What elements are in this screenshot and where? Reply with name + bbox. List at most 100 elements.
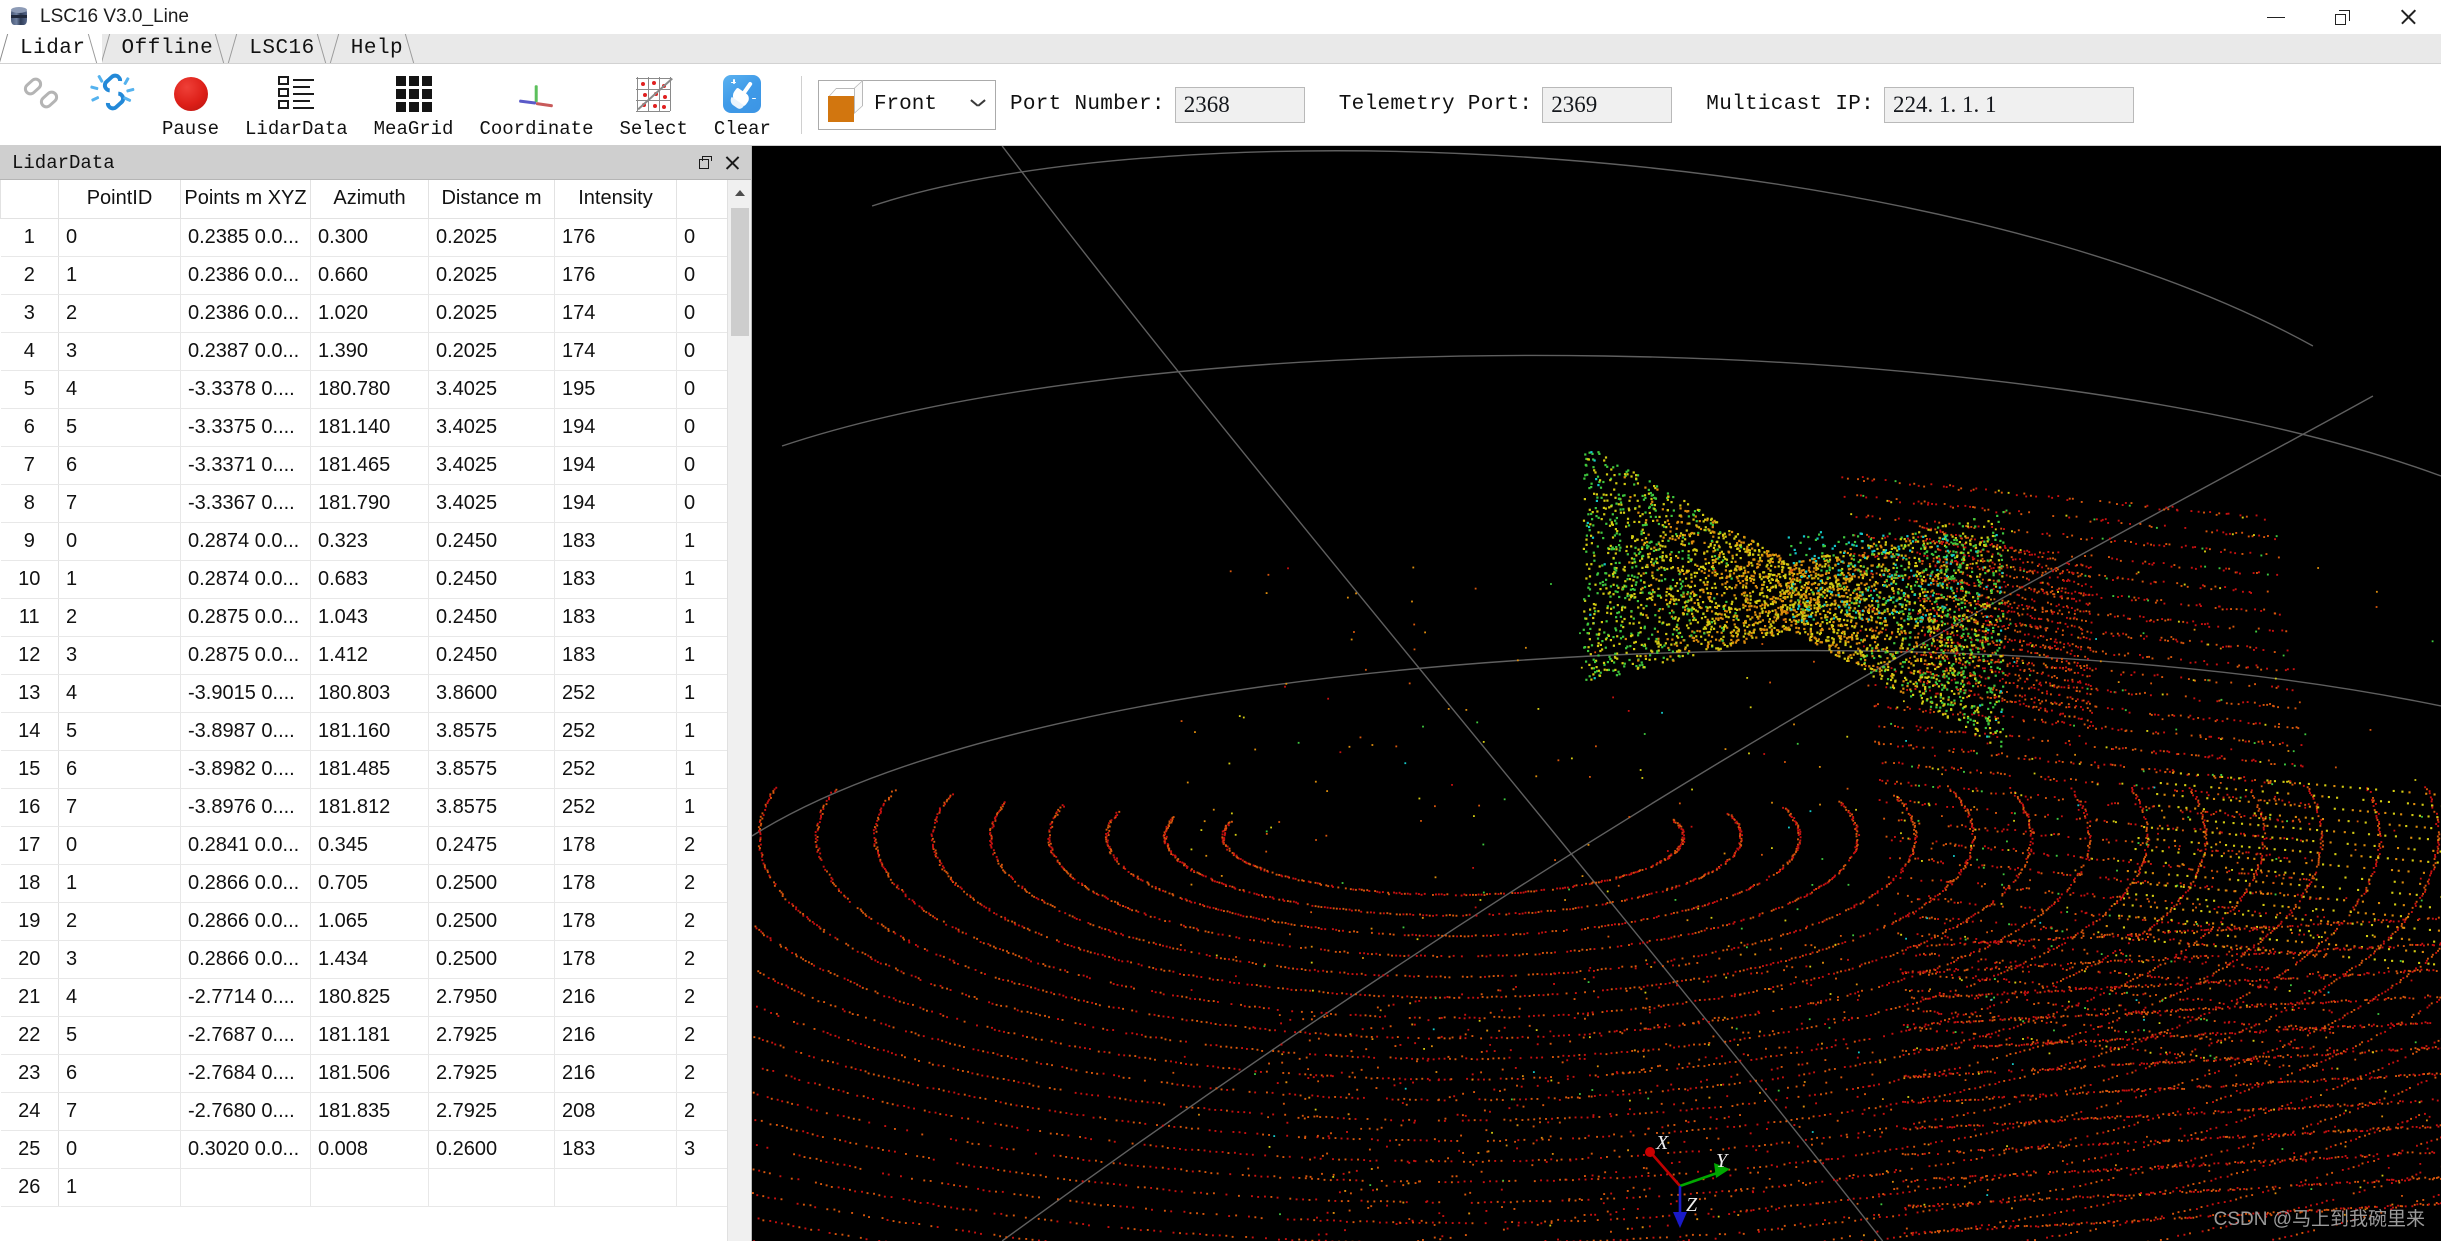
scrollbar-thumb[interactable] — [730, 208, 749, 336]
cell-extra: 2 — [676, 1091, 727, 1131]
cell-pointid: 3 — [58, 635, 181, 675]
pause-button[interactable]: Pause — [154, 68, 227, 142]
pointcloud-canvas — [752, 146, 2441, 1241]
maximize-button[interactable] — [2309, 0, 2375, 34]
application-window: LSC16 V3.0_Line Lidar Offline LSC16 Help — [0, 0, 2441, 1241]
cell-azimuth: 180.803 — [310, 673, 429, 713]
menu-tab-bar: Lidar Offline LSC16 Help — [0, 33, 2441, 64]
cell-rownum: 13 — [0, 673, 59, 713]
lidardata-panel: LidarData PointID Points m XYZ Azimuth D… — [0, 146, 752, 1241]
table-row[interactable]: 11 2 0.2875 0.0... 1.043 0.2450 183 1 — [0, 597, 727, 637]
cell-azimuth: 0.705 — [310, 863, 429, 903]
table-row[interactable]: 3 2 0.2386 0.0... 1.020 0.2025 174 0 — [0, 293, 727, 333]
table-row[interactable]: 12 3 0.2875 0.0... 1.412 0.2450 183 1 — [0, 635, 727, 675]
select-label: Select — [619, 117, 688, 140]
table-row[interactable]: 23 6 -2.7684 0.... 181.506 2.7925 216 2 — [0, 1053, 727, 1093]
connect-button[interactable] — [14, 68, 74, 142]
cell-points: 0.2866 0.0... — [180, 939, 311, 979]
table-vertical-scrollbar[interactable] — [727, 180, 751, 1241]
scroll-up-button[interactable] — [727, 180, 751, 206]
broken-link-icon — [90, 70, 136, 115]
table-row[interactable]: 6 5 -3.3375 0.... 181.140 3.4025 194 0 — [0, 407, 727, 447]
table-row[interactable]: 25 0 0.3020 0.0... 0.008 0.2600 183 3 — [0, 1129, 727, 1169]
cell-rownum: 14 — [0, 711, 59, 751]
port-number-input[interactable] — [1174, 86, 1305, 123]
cell-distance: 2.7925 — [428, 1015, 555, 1055]
clear-button[interactable]: Clear — [706, 68, 779, 142]
meagrid-button[interactable]: MeaGrid — [366, 68, 462, 142]
cell-extra: 1 — [676, 787, 727, 827]
axis-gizmo-svg — [1645, 1147, 1730, 1228]
red-circle-icon — [173, 76, 208, 111]
close-panel-icon — [725, 156, 739, 170]
table-row[interactable]: 2 1 0.2386 0.0... 0.660 0.2025 176 0 — [0, 255, 727, 295]
table-row[interactable]: 13 4 -3.9015 0.... 180.803 3.8600 252 1 — [0, 673, 727, 713]
lidardata-table-scroll[interactable]: PointID Points m XYZ Azimuth Distance m … — [0, 180, 727, 1241]
column-header-intensity[interactable]: Intensity — [554, 180, 677, 219]
cell-azimuth: 181.835 — [310, 1091, 429, 1131]
menu-tab-offline[interactable]: Offline — [102, 33, 230, 63]
cell-extra: 0 — [676, 407, 727, 447]
coordinate-button[interactable]: Coordinate — [471, 68, 601, 142]
table-row[interactable]: 19 2 0.2866 0.0... 1.065 0.2500 178 2 — [0, 901, 727, 941]
cell-points: -3.8982 0.... — [180, 749, 311, 789]
menu-tab-help[interactable]: Help — [331, 33, 419, 63]
close-button[interactable] — [2375, 0, 2441, 34]
cell-rownum: 26 — [0, 1167, 59, 1207]
column-header-azimuth[interactable]: Azimuth — [310, 180, 429, 219]
chevron-down-icon — [973, 101, 985, 108]
disconnect-button[interactable] — [84, 68, 144, 142]
cell-pointid: 0 — [58, 217, 181, 257]
table-row[interactable]: 10 1 0.2874 0.0... 0.683 0.2450 183 1 — [0, 559, 727, 599]
cell-points: -2.7684 0.... — [180, 1053, 311, 1093]
table-row[interactable]: 9 0 0.2874 0.0... 0.323 0.2450 183 1 — [0, 521, 727, 561]
table-row[interactable]: 5 4 -3.3378 0.... 180.780 3.4025 195 0 — [0, 369, 727, 409]
table-row[interactable]: 21 4 -2.7714 0.... 180.825 2.7950 216 2 — [0, 977, 727, 1017]
table-row[interactable]: 1 0 0.2385 0.0... 0.300 0.2025 176 0 — [0, 217, 727, 257]
column-header-pointid[interactable]: PointID — [58, 180, 181, 219]
select-button[interactable]: Select — [612, 68, 696, 142]
cell-distance: 0.2600 — [428, 1129, 555, 1169]
column-header-extra[interactable] — [676, 180, 727, 219]
column-header-distance[interactable]: Distance m — [428, 180, 555, 219]
close-panel-button[interactable] — [719, 150, 745, 176]
table-row[interactable]: 26 1 — [0, 1167, 727, 1207]
cell-distance: 2.7950 — [428, 977, 555, 1017]
table-row[interactable]: 17 0 0.2841 0.0... 0.345 0.2475 178 2 — [0, 825, 727, 865]
table-row[interactable]: 20 3 0.2866 0.0... 1.434 0.2500 178 2 — [0, 939, 727, 979]
cell-distance: 0.2025 — [428, 293, 555, 333]
cell-extra — [676, 1167, 727, 1207]
column-header-rownum[interactable] — [0, 180, 59, 219]
menu-tab-lidar[interactable]: Lidar — [0, 33, 102, 63]
table-row[interactable]: 14 5 -3.8987 0.... 181.160 3.8575 252 1 — [0, 711, 727, 751]
column-header-points[interactable]: Points m XYZ — [180, 180, 311, 219]
cell-distance: 0.2025 — [428, 331, 555, 371]
pointcloud-viewport[interactable]: X Y Z CSDN @马上到我碗里来 — [752, 146, 2441, 1241]
table-row[interactable]: 16 7 -3.8976 0.... 181.812 3.8575 252 1 — [0, 787, 727, 827]
menu-tab-label: LSC16 — [249, 36, 315, 60]
multicast-ip-input[interactable] — [1884, 86, 2135, 123]
cell-distance: 3.8575 — [428, 711, 555, 751]
minimize-button[interactable] — [2243, 0, 2309, 34]
cell-azimuth: 1.412 — [310, 635, 429, 675]
window-controls — [2243, 0, 2441, 34]
table-row[interactable]: 8 7 -3.3367 0.... 181.790 3.4025 194 0 — [0, 483, 727, 523]
cell-rownum: 5 — [0, 369, 59, 409]
table-row[interactable]: 18 1 0.2866 0.0... 0.705 0.2500 178 2 — [0, 863, 727, 903]
cell-azimuth: 181.465 — [310, 445, 429, 485]
lidardata-button[interactable]: LidarData — [237, 68, 356, 142]
menu-tab-lsc16[interactable]: LSC16 — [229, 33, 331, 63]
float-panel-button[interactable] — [693, 150, 719, 176]
cell-pointid: 3 — [58, 331, 181, 371]
cell-extra: 1 — [676, 597, 727, 637]
table-row[interactable]: 7 6 -3.3371 0.... 181.465 3.4025 194 0 — [0, 445, 727, 485]
view-orientation-select[interactable]: Front — [817, 79, 996, 130]
table-row[interactable]: 4 3 0.2387 0.0... 1.390 0.2025 174 0 — [0, 331, 727, 371]
cell-rownum: 3 — [0, 293, 59, 333]
table-row[interactable]: 15 6 -3.8982 0.... 181.485 3.8575 252 1 — [0, 749, 727, 789]
table-row[interactable]: 24 7 -2.7680 0.... 181.835 2.7925 208 2 — [0, 1091, 727, 1131]
telemetry-port-input[interactable] — [1542, 86, 1673, 123]
caret-up-icon — [734, 190, 745, 196]
cell-azimuth: 1.434 — [310, 939, 429, 979]
table-row[interactable]: 22 5 -2.7687 0.... 181.181 2.7925 216 2 — [0, 1015, 727, 1055]
